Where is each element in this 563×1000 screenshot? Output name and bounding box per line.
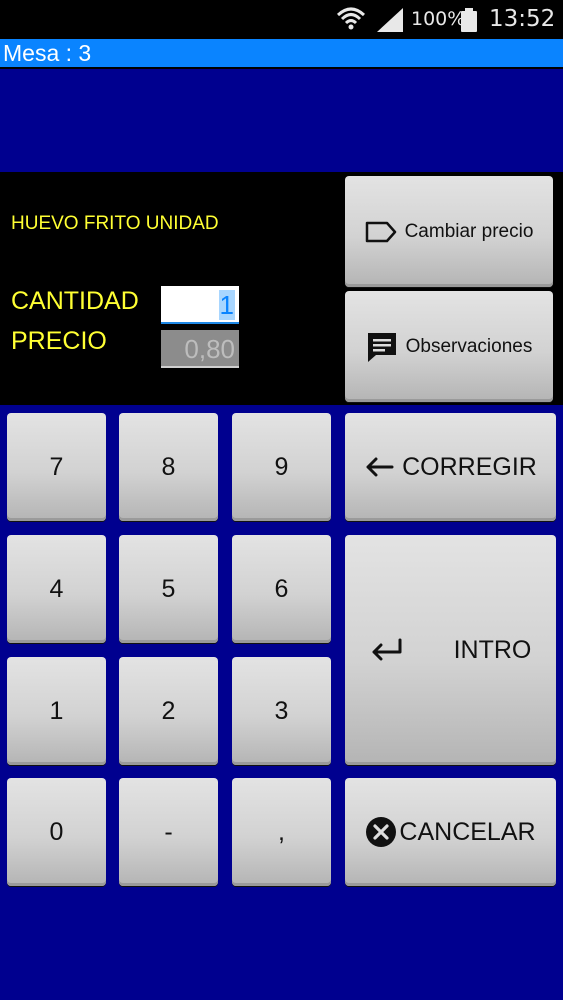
cambiar-precio-button[interactable]: Cambiar precio bbox=[345, 176, 553, 287]
observaciones-label: Observaciones bbox=[405, 335, 533, 357]
corregir-button[interactable]: CORREGIR bbox=[345, 413, 556, 521]
key-7[interactable]: 7 bbox=[7, 413, 106, 521]
key-4[interactable]: 4 bbox=[7, 535, 106, 643]
key-8[interactable]: 8 bbox=[119, 413, 218, 521]
key-0[interactable]: 0 bbox=[7, 778, 106, 886]
arrow-left-icon bbox=[364, 456, 394, 478]
battery-percent: 100% bbox=[411, 8, 466, 30]
enter-icon bbox=[370, 638, 404, 662]
key-3[interactable]: 3 bbox=[232, 657, 331, 765]
clock: 13:52 bbox=[489, 6, 556, 32]
cancelar-button[interactable]: CANCELAR bbox=[345, 778, 556, 886]
key-minus[interactable]: - bbox=[119, 778, 218, 886]
intro-button[interactable]: INTRO bbox=[345, 535, 556, 765]
precio-input[interactable]: 0,80 bbox=[161, 330, 239, 368]
display-area bbox=[0, 69, 563, 172]
key-6[interactable]: 6 bbox=[232, 535, 331, 643]
cantidad-value: 1 bbox=[218, 290, 235, 320]
status-bar: 100% 13:52 bbox=[0, 0, 563, 39]
cancel-circle-icon bbox=[365, 816, 397, 848]
intro-label: INTRO bbox=[453, 635, 532, 664]
battery-icon bbox=[461, 8, 477, 36]
cantidad-input[interactable]: 1 bbox=[161, 286, 239, 324]
cancelar-label: CANCELAR bbox=[399, 817, 536, 846]
observaciones-button[interactable]: Observaciones bbox=[345, 291, 553, 402]
comment-icon bbox=[366, 331, 398, 363]
product-name: HUEVO FRITO UNIDAD bbox=[11, 213, 219, 234]
table-title: Mesa : 3 bbox=[0, 39, 563, 67]
cambiar-precio-label: Cambiar precio bbox=[404, 220, 534, 242]
wifi-icon bbox=[336, 5, 366, 37]
tag-icon bbox=[365, 221, 397, 243]
key-5[interactable]: 5 bbox=[119, 535, 218, 643]
key-2[interactable]: 2 bbox=[119, 657, 218, 765]
signal-icon bbox=[377, 8, 403, 36]
corregir-label: CORREGIR bbox=[402, 452, 537, 481]
cantidad-label: CANTIDAD bbox=[11, 287, 139, 315]
key-1[interactable]: 1 bbox=[7, 657, 106, 765]
precio-label: PRECIO bbox=[11, 327, 107, 355]
key-comma[interactable]: , bbox=[232, 778, 331, 886]
key-9[interactable]: 9 bbox=[232, 413, 331, 521]
